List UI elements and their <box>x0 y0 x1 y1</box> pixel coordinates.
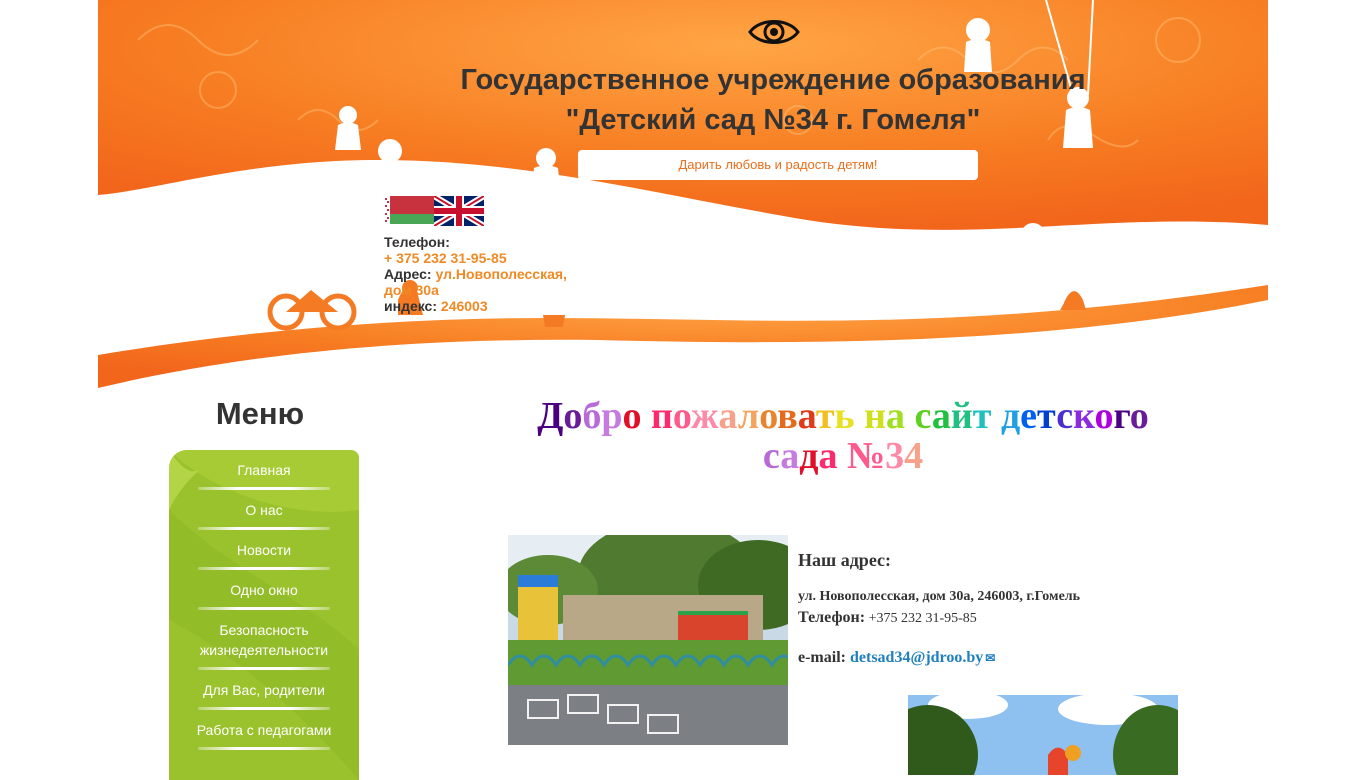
main-menu: Главная О нас Новости Одно окно Безопасн… <box>169 450 359 780</box>
welcome-letter: е <box>1020 395 1038 437</box>
welcome-letter <box>837 435 847 477</box>
menu-list: Главная О нас Новости Одно окно Безопасн… <box>169 450 359 750</box>
inflatable-photo <box>908 695 1178 775</box>
address-email: e-mail: detsad34@jdroo.by ✉ <box>798 649 1198 667</box>
welcome-letter: а <box>931 395 951 437</box>
welcome-letter: н <box>864 395 887 437</box>
menu-item-label: Новости <box>236 542 292 558</box>
menu-item-label: Главная <box>237 462 291 478</box>
uk-flag-icon[interactable] <box>432 193 486 229</box>
menu-item-label: Одно окно <box>230 582 298 598</box>
welcome-letter: а <box>780 435 800 477</box>
welcome-letter: р <box>601 395 623 437</box>
welcome-letter <box>855 395 865 437</box>
welcome-letter <box>991 395 1001 437</box>
welcome-letter: т <box>972 395 992 437</box>
site-header: Государственное учреждение образования "… <box>98 0 1268 390</box>
welcome-letter <box>905 395 915 437</box>
mail-icon: ✉ <box>985 650 996 665</box>
welcome-letter: л <box>737 395 760 437</box>
site-title-line2: "Детский сад №34 г. Гомеля" <box>565 104 981 136</box>
welcome-letter: а <box>886 395 906 437</box>
site-title-line1: Государственное учреждение образования <box>460 64 1086 96</box>
address-phone-label: Телефон: <box>798 609 866 626</box>
welcome-letter: а <box>818 435 838 477</box>
welcome-letter: к <box>1073 395 1095 437</box>
menu-item-parents[interactable]: Для Вас, родители <box>169 670 359 710</box>
welcome-letter: г <box>1113 395 1130 437</box>
welcome-letter <box>642 395 652 437</box>
menu-item-label: Для Вас, родители <box>203 682 325 698</box>
welcome-letter: о <box>1129 395 1149 437</box>
welcome-line1: Добро пожаловать на сайт детского <box>537 395 1149 437</box>
menu-item-about[interactable]: О нас <box>169 490 359 530</box>
welcome-letter: о <box>563 395 583 437</box>
welcome-letter: о <box>622 395 642 437</box>
phone-value: + 375 232 31-95-85 <box>384 250 507 266</box>
welcome-letter: а <box>797 395 816 437</box>
welcome-letter: ь <box>834 395 855 437</box>
welcome-letter: о <box>759 395 778 437</box>
welcome-letter: й <box>950 395 973 437</box>
eye-icon[interactable] <box>748 14 800 50</box>
welcome-letter: ж <box>690 395 719 437</box>
belarus-flag-icon[interactable] <box>384 196 434 224</box>
menu-heading: Меню <box>215 396 305 431</box>
welcome-letter: д <box>1000 395 1021 437</box>
welcome-letter: в <box>777 395 798 437</box>
index-label: индекс: <box>384 298 438 314</box>
welcome-letter: с <box>762 435 781 477</box>
address-street: ул. Новополесская, дом 30а, 246003, г.Го… <box>798 589 1081 604</box>
welcome-letter: о <box>672 395 691 437</box>
playground-photo <box>508 535 788 745</box>
welcome-letter: № <box>846 435 886 477</box>
welcome-letter: д <box>799 435 819 477</box>
email-link[interactable]: detsad34@jdroo.by <box>850 649 983 666</box>
menu-item-one-window[interactable]: Одно окно <box>169 570 359 610</box>
welcome-letter: а <box>718 395 738 437</box>
index-value: 246003 <box>440 298 488 314</box>
welcome-letter: с <box>1056 395 1074 437</box>
address-label: Адрес: <box>384 266 432 282</box>
welcome-letter: Д <box>537 395 564 437</box>
welcome-heading: Добро пожаловать на сайт детского сада №… <box>500 396 1186 476</box>
header-contacts: Телефон: + 375 232 31-95-85 Адрес: ул.Но… <box>384 234 584 314</box>
language-switcher <box>384 193 486 229</box>
welcome-letter: 4 <box>904 435 924 477</box>
header-background <box>98 0 1268 388</box>
menu-item-label: Безопасность жизнедеятельности <box>199 622 329 658</box>
welcome-letter: о <box>1094 395 1114 437</box>
address-block: Наш адрес: ул. Новополесская, дом 30а, 2… <box>798 550 1198 667</box>
welcome-letter: с <box>914 395 932 437</box>
menu-item-home[interactable]: Главная <box>169 450 359 490</box>
welcome-line2: сада №34 <box>763 435 923 477</box>
address-phone: Телефон: +375 232 31-95-85 <box>798 609 1198 627</box>
slogan: Дарить любовь и радость детям! <box>578 150 978 180</box>
menu-item-label: Работа с педагогами <box>196 722 332 738</box>
menu-item-news[interactable]: Новости <box>169 530 359 570</box>
site-title: Государственное учреждение образования "… <box>408 60 1138 140</box>
email-label: e-mail: <box>798 649 846 666</box>
welcome-letter: т <box>1037 395 1057 437</box>
welcome-letter: б <box>582 395 602 437</box>
address-heading: Наш адрес: <box>798 550 892 570</box>
menu-item-teachers[interactable]: Работа с педагогами <box>169 710 359 750</box>
welcome-letter: п <box>651 395 673 437</box>
welcome-letter: т <box>815 395 835 437</box>
menu-item-label: О нас <box>245 502 283 518</box>
phone-label: Телефон: <box>384 234 450 250</box>
address-phone-value: +375 232 31-95-85 <box>865 611 977 626</box>
welcome-letter: 3 <box>885 435 905 477</box>
menu-item-safety[interactable]: Безопасность жизнедеятельности <box>169 610 359 670</box>
menu-separator <box>198 747 330 750</box>
